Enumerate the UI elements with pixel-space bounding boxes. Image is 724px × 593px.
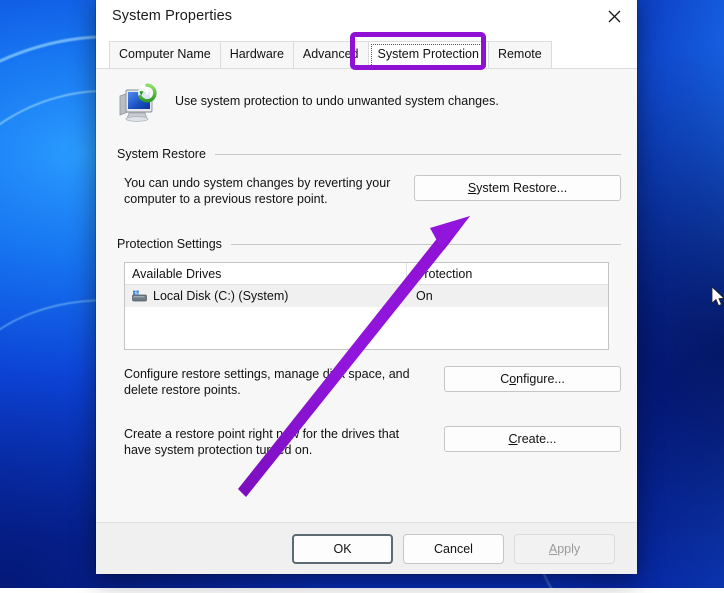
title-bar: System Properties (96, 0, 637, 36)
close-icon[interactable] (591, 0, 637, 36)
group-divider (215, 154, 621, 155)
system-restore-button-accel: S (468, 181, 476, 195)
create-button-label: reate... (518, 432, 557, 446)
drive-name-cell: Local Disk (C:) (System) (125, 285, 407, 307)
create-button[interactable]: Create... (444, 426, 621, 452)
create-row: Create a restore point right now for the… (112, 426, 621, 458)
system-restore-description: You can undo system changes by reverting… (124, 175, 414, 207)
column-header-protection[interactable]: Protection (407, 263, 608, 284)
system-restore-group-title: System Restore (117, 147, 206, 161)
system-protection-icon (117, 82, 159, 129)
tab-label: Hardware (230, 47, 284, 61)
tab-system-protection[interactable]: System Protection (368, 41, 489, 68)
cancel-button[interactable]: Cancel (403, 534, 504, 564)
system-protection-tab-page: Use system protection to undo unwanted s… (96, 68, 637, 522)
apply-button-label: pply (557, 542, 580, 556)
tab-remote[interactable]: Remote (488, 41, 552, 68)
protection-settings-group-header: Protection Settings (112, 237, 621, 251)
create-description: Create a restore point right now for the… (124, 426, 414, 458)
create-button-accel: C (509, 432, 518, 446)
protection-settings-group-title: Protection Settings (117, 237, 222, 251)
tab-focus-ring (371, 44, 486, 67)
system-restore-group: System Restore You can undo system chang… (112, 147, 621, 207)
tab-hardware[interactable]: Hardware (220, 41, 294, 68)
column-header-available-drives[interactable]: Available Drives (125, 263, 407, 284)
tab-strip: Computer Name Hardware Advanced System P… (96, 36, 637, 68)
configure-description: Configure restore settings, manage disk … (124, 366, 414, 398)
ok-button[interactable]: OK (292, 534, 393, 564)
drive-name-label: Local Disk (C:) (System) (153, 289, 288, 303)
hard-drive-icon (132, 290, 147, 303)
group-divider (231, 244, 621, 245)
configure-button-prefix: C (500, 372, 509, 386)
system-properties-dialog: System Properties Computer Name Hardware… (96, 0, 637, 574)
apply-button-accel: A (549, 542, 557, 556)
protection-settings-group: Protection Settings Available Drives Pro… (112, 237, 621, 458)
available-drives-list[interactable]: Available Drives Protection (124, 262, 609, 350)
system-restore-row: You can undo system changes by reverting… (112, 175, 621, 207)
tab-advanced[interactable]: Advanced (293, 41, 369, 68)
intro-section: Use system protection to undo unwanted s… (112, 82, 621, 129)
system-restore-button-label: ystem Restore... (476, 181, 567, 195)
tab-label: Computer Name (119, 47, 211, 61)
dialog-footer: OK Cancel Apply (96, 522, 637, 574)
system-restore-button[interactable]: System Restore... (414, 175, 621, 201)
tab-computer-name[interactable]: Computer Name (109, 41, 221, 68)
tab-label: Advanced (303, 47, 359, 61)
configure-button[interactable]: Configure... (444, 366, 621, 392)
apply-button[interactable]: Apply (514, 534, 615, 564)
list-header-row: Available Drives Protection (125, 263, 608, 285)
table-row[interactable]: Local Disk (C:) (System) On (125, 285, 608, 307)
configure-row: Configure restore settings, manage disk … (112, 366, 621, 398)
window-title: System Properties (96, 8, 232, 24)
mouse-cursor (712, 287, 724, 312)
configure-button-suffix: nfigure... (516, 372, 565, 386)
tab-label: Remote (498, 47, 542, 61)
system-restore-group-header: System Restore (112, 147, 621, 161)
intro-text: Use system protection to undo unwanted s… (175, 82, 499, 108)
drive-protection-cell: On (407, 285, 608, 307)
